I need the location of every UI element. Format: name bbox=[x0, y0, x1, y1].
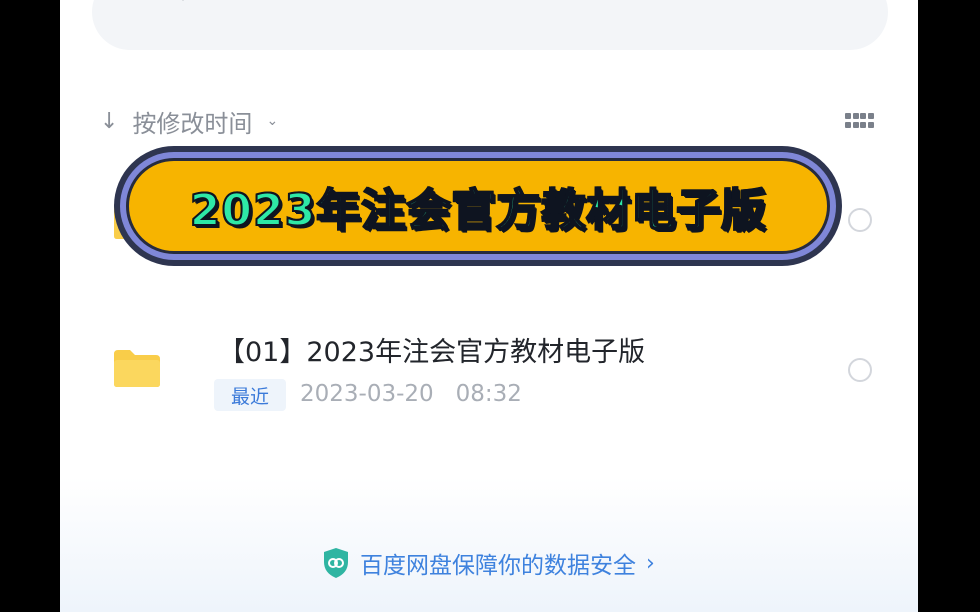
security-notice-link[interactable]: 百度网盘保障你的数据安全 › bbox=[322, 546, 655, 580]
grid-view-icon[interactable] bbox=[845, 113, 874, 129]
banner-title: 2023年注会官方教材电子版 bbox=[189, 184, 767, 237]
sort-arrow-icon: ↓ bbox=[100, 108, 119, 134]
search-input[interactable] bbox=[210, 0, 710, 2]
shield-icon bbox=[324, 548, 348, 578]
chevron-right-icon: › bbox=[646, 550, 655, 576]
file-name[interactable]: 【01】2023年注会官方教材电子版 bbox=[218, 330, 645, 369]
file-list-screen: ↓ 按修改时间 ⌄ 2023年注会官方教材电子版 【01】2023年注会官方教材… bbox=[60, 0, 918, 612]
recent-badge: 最近 bbox=[214, 379, 286, 411]
select-radio[interactable] bbox=[848, 358, 872, 382]
folder-icon bbox=[114, 350, 160, 387]
security-notice-text: 百度网盘保障你的数据安全 bbox=[360, 553, 636, 579]
chevron-down-icon: ⌄ bbox=[266, 113, 279, 129]
select-radio[interactable] bbox=[848, 208, 872, 232]
sort-label: 按修改时间 bbox=[132, 109, 253, 138]
search-bar[interactable] bbox=[92, 0, 888, 50]
title-banner: 2023年注会官方教材电子版 bbox=[114, 146, 842, 266]
search-icon bbox=[181, 0, 185, 1]
sort-control[interactable]: ↓ 按修改时间 ⌄ bbox=[100, 104, 278, 138]
file-modified-date: 2023-03-20 08:32 bbox=[300, 381, 522, 407]
